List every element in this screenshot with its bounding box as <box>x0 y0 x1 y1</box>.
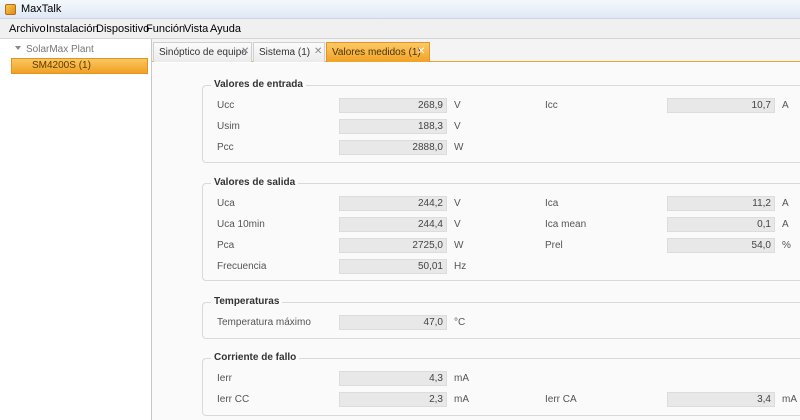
tree-node-device[interactable]: SM4200S (1) <box>11 58 148 74</box>
value-temperatura-maximo: 47,0 <box>339 315 447 330</box>
unit-icc: A <box>782 100 789 111</box>
unit-ica: A <box>782 198 789 209</box>
tab-bar: Sinóptico de equipo ✕ Sistema (1) ✕ Valo… <box>152 39 800 62</box>
label-ica-mean: Ica mean <box>545 219 587 230</box>
label-ierr-ca: Ierr CA <box>545 394 577 405</box>
unit-temperatura-maximo: °C <box>454 317 466 328</box>
value-ica-mean: 0,1 <box>667 217 775 232</box>
value-ucc: 268,9 <box>339 98 447 113</box>
label-ierr: Ierr <box>217 373 232 384</box>
section-entrada: Valores de entrada Ucc 268,9 V Icc 10,7 … <box>202 79 800 163</box>
close-icon[interactable]: ✕ <box>314 46 322 57</box>
app-icon <box>5 4 16 15</box>
title-bar: MaxTalk <box>0 0 800 19</box>
close-icon[interactable]: ✕ <box>417 46 425 57</box>
label-ucc: Ucc <box>217 100 235 111</box>
label-icc: Icc <box>545 100 558 111</box>
value-usim: 188,3 <box>339 119 447 134</box>
label-pca: Pca <box>217 240 235 251</box>
section-title: Valores de salida <box>211 177 299 188</box>
unit-ierr-ca: mA <box>782 394 797 405</box>
menu-archivo[interactable]: Archivo <box>9 23 46 35</box>
label-prel: Prel <box>545 240 563 251</box>
label-frecuencia: Frecuencia <box>217 261 267 272</box>
section-salida: Valores de salida Uca 244,2 V Ica 11,2 A… <box>202 177 800 281</box>
unit-uca-10min: V <box>454 219 461 230</box>
label-pcc: Pcc <box>217 142 234 153</box>
tree-node-label: SM4200S (1) <box>32 60 91 71</box>
unit-ica-mean: A <box>782 219 789 230</box>
label-temperatura-maximo: Temperatura máximo <box>217 317 311 328</box>
tab-label: Sinóptico de equipo <box>159 47 247 58</box>
section-corriente-fallo: Corriente de fallo Ierr 4,3 mA Ierr CC 2… <box>202 352 800 416</box>
unit-prel: % <box>782 240 791 251</box>
tree-root[interactable]: SolarMax Plant <box>15 44 94 55</box>
tab-label: Sistema (1) <box>259 47 311 58</box>
label-ica: Ica <box>545 198 559 209</box>
value-ica: 11,2 <box>667 196 775 211</box>
value-uca-10min: 244,4 <box>339 217 447 232</box>
menu-bar: Archivo Instalación Dispositivo Función … <box>0 19 800 39</box>
value-ierr-cc: 2,3 <box>339 392 447 407</box>
value-ierr-ca: 3,4 <box>667 392 775 407</box>
tab-sistema[interactable]: Sistema (1) ✕ <box>253 42 325 62</box>
window-title: MaxTalk <box>21 3 62 15</box>
close-icon[interactable]: ✕ <box>241 46 249 57</box>
value-pcc: 2888,0 <box>339 140 447 155</box>
menu-instalacion[interactable]: Instalación <box>46 23 99 35</box>
value-frecuencia: 50,01 <box>339 259 447 274</box>
device-tree: SolarMax Plant SM4200S (1) <box>0 39 152 420</box>
unit-pca: W <box>454 240 464 251</box>
measured-values-panel: Valores de entrada Ucc 268,9 V Icc 10,7 … <box>152 63 800 420</box>
value-uca: 244,2 <box>339 196 447 211</box>
section-title: Valores de entrada <box>211 79 306 90</box>
menu-dispositivo[interactable]: Dispositivo <box>96 23 149 35</box>
tab-sinoptico[interactable]: Sinóptico de equipo ✕ <box>153 42 252 62</box>
unit-ierr-cc: mA <box>454 394 469 405</box>
section-title: Corriente de fallo <box>211 352 300 363</box>
label-ierr-cc: Ierr CC <box>217 394 250 405</box>
value-icc: 10,7 <box>667 98 775 113</box>
tree-root-label: SolarMax Plant <box>26 44 94 55</box>
label-uca-10min: Uca 10min <box>217 219 265 230</box>
unit-ierr: mA <box>454 373 469 384</box>
unit-usim: V <box>454 121 461 132</box>
label-uca: Uca <box>217 198 235 209</box>
value-pca: 2725,0 <box>339 238 447 253</box>
expand-arrow-icon[interactable] <box>15 46 21 51</box>
menu-funcion[interactable]: Función <box>146 23 185 35</box>
unit-ucc: V <box>454 100 461 111</box>
unit-pcc: W <box>454 142 464 153</box>
value-ierr: 4,3 <box>339 371 447 386</box>
unit-frecuencia: Hz <box>454 261 467 272</box>
menu-vista[interactable]: Vista <box>184 23 208 35</box>
tab-label: Valores medidos (1) <box>332 47 421 58</box>
value-prel: 54,0 <box>667 238 775 253</box>
menu-ayuda[interactable]: Ayuda <box>210 23 241 35</box>
tab-valores-medidos[interactable]: Valores medidos (1) ✕ <box>326 42 430 62</box>
label-usim: Usim <box>217 121 240 132</box>
section-title: Temperaturas <box>211 296 283 307</box>
unit-uca: V <box>454 198 461 209</box>
section-temperaturas: Temperaturas Temperatura máximo 47,0 °C <box>202 296 800 339</box>
